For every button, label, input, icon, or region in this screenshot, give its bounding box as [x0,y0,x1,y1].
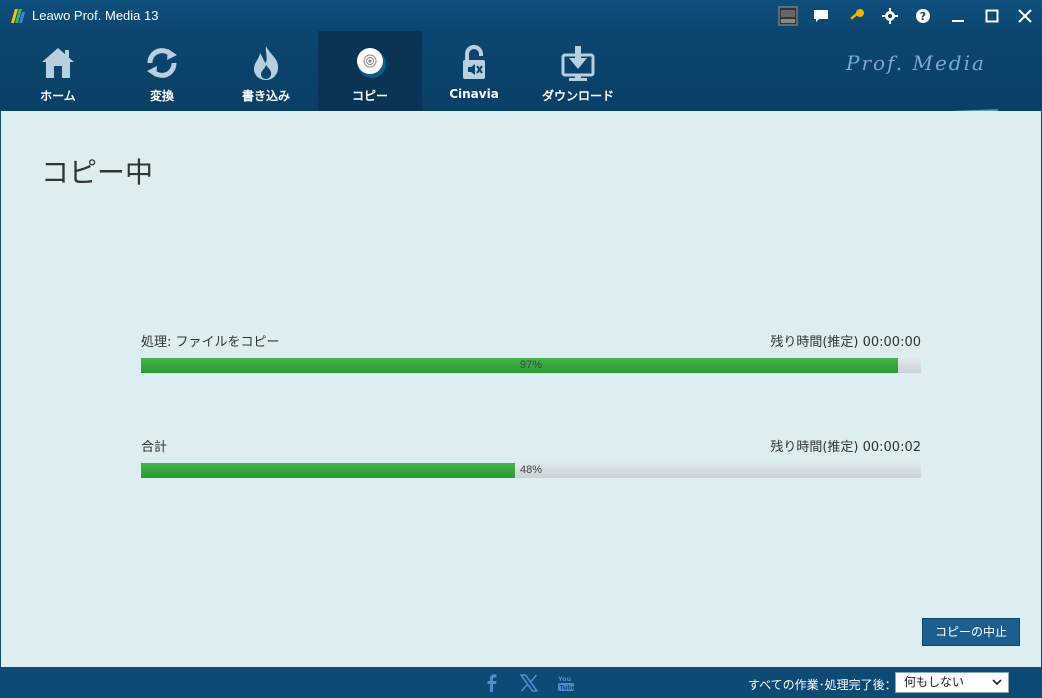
tab-home[interactable]: ホーム [6,31,110,111]
title-bar: Leawo Prof. Media 13 ? [0,0,1042,31]
current-task-remaining: 残り時間(推定) 00:00:00 [770,335,921,350]
total-percent: 48% [519,464,543,476]
after-completion-label: すべての作業･処理完了後： [748,678,897,692]
total-label: 合計 [141,440,168,455]
tab-download[interactable]: ダウンロード [526,31,630,111]
after-completion-value: 何もしない [904,675,965,689]
tab-burn[interactable]: 書き込み [214,31,318,111]
tab-copy[interactable]: コピー [318,31,422,111]
key-icon[interactable] [845,4,869,28]
current-task-percent: 97% [519,359,543,371]
svg-text:Tube: Tube [560,685,576,692]
copy-disc-icon [357,48,386,78]
tab-download-label: ダウンロード [541,89,614,103]
page-title: コピー中 [41,156,154,189]
tab-copy-label: コピー [351,89,388,103]
after-completion-select[interactable]: 何もしない [895,672,1009,693]
help-icon[interactable]: ? [911,4,935,28]
home-icon [42,48,74,78]
download-icon [561,46,595,81]
main-nav: ホーム 変換 書き込み コピー Cinavia ダウンロード Prof. Med… [0,31,1042,129]
x-twitter-icon[interactable] [520,674,538,692]
feedback-icon[interactable] [809,4,833,28]
minimize-button[interactable] [946,4,970,28]
main-content: コピー中 処理: ファイルをコピー 残り時間(推定) 00:00:00 97% … [1,111,1041,667]
facebook-icon[interactable] [483,674,501,692]
tab-burn-label: 書き込み [241,89,290,103]
amd-badge-icon[interactable] [776,4,800,28]
tab-cinavia[interactable]: Cinavia [422,31,526,111]
total-remaining: 残り時間(推定) 00:00:02 [770,440,921,455]
svg-text:?: ? [920,10,926,23]
status-bar: You Tube すべての作業･処理完了後： 何もしない [0,667,1042,698]
tab-cinavia-label: Cinavia [449,87,499,101]
current-task-label: 処理: ファイルをコピー [141,335,280,350]
settings-gear-icon[interactable] [878,4,902,28]
cinavia-icon [463,45,485,79]
close-button[interactable] [1013,4,1037,28]
app-logo-icon [11,9,25,23]
stop-copy-button[interactable]: コピーの中止 [922,618,1020,646]
tab-home-label: ホーム [40,89,76,103]
convert-icon [147,48,177,78]
burn-icon [254,46,279,80]
maximize-button[interactable] [980,4,1004,28]
tab-convert[interactable]: 変換 [110,31,214,111]
tab-convert-label: 変換 [149,89,174,103]
brand-logo: Prof. Media [846,51,986,75]
current-task-progress-bar: 97% [141,358,921,373]
svg-text:You: You [557,675,572,683]
chevron-down-icon [992,673,1002,698]
total-progress-bar: 48% [141,463,921,478]
app-title: Leawo Prof. Media 13 [32,8,159,23]
youtube-icon[interactable]: You Tube [557,674,575,692]
